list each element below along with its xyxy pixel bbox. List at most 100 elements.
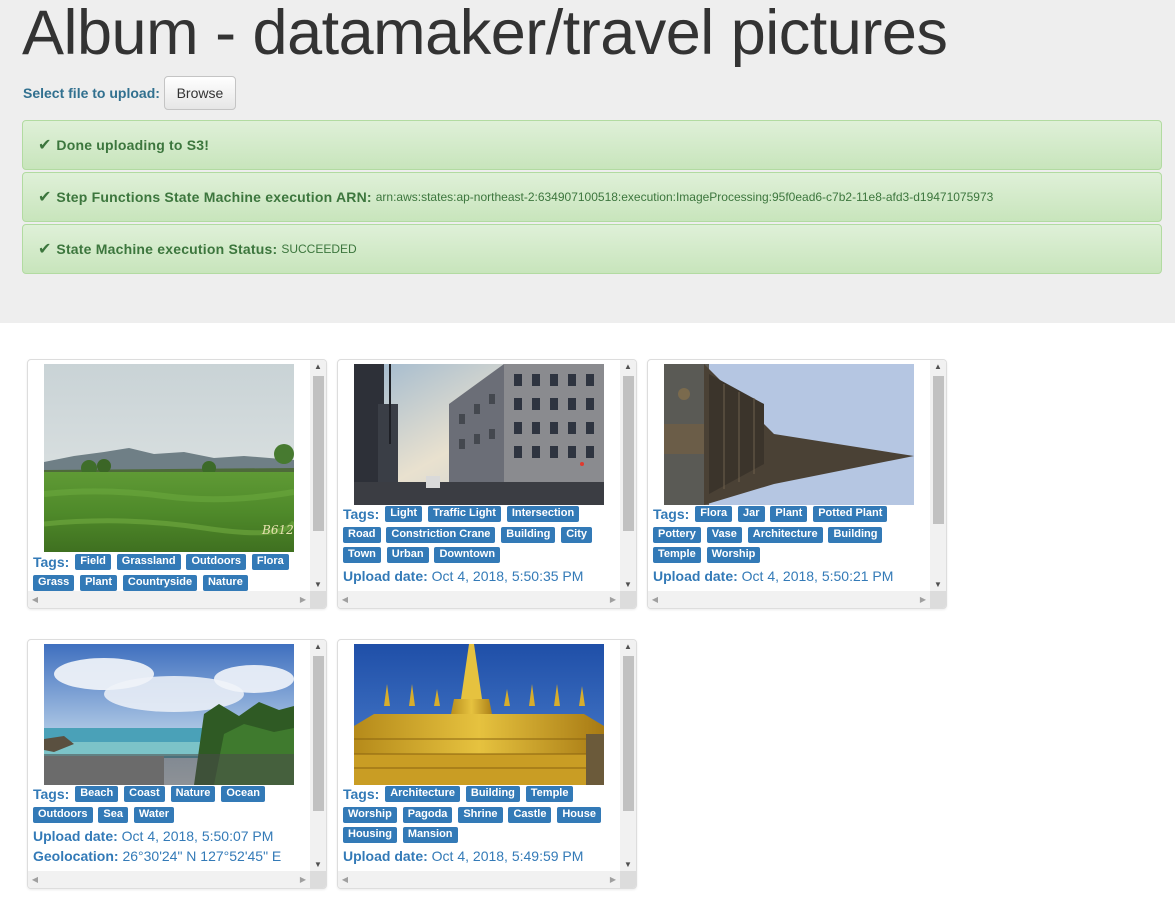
scrollbar-corner (620, 871, 636, 888)
photo-card-content[interactable]: Tags: Flora Jar Plant Potted Plant Potte… (649, 361, 931, 592)
tag-badge: Worship (343, 806, 397, 823)
tag-badge: Sea (98, 806, 128, 823)
upload-row: Select file to upload: Browse (22, 76, 1162, 110)
photo-image (664, 364, 914, 505)
tag-badge: Building (828, 526, 883, 543)
vertical-scrollbar[interactable]: ▲ ▼ (310, 360, 326, 592)
scrollbar-thumb[interactable] (623, 376, 634, 531)
scroll-right-arrow-icon[interactable]: ▶ (296, 591, 310, 608)
alert-execution-status: ✔ State Machine execution Status: SUCCEE… (22, 224, 1162, 274)
scroll-down-arrow-icon[interactable]: ▼ (310, 858, 326, 872)
photo-meta: Tags: Field Grassland Outdoors Flora Gra… (33, 552, 311, 592)
tag-badge: Architecture (747, 526, 823, 543)
tag-badge: Water (133, 806, 175, 823)
tag-badge: Constriction Crane (386, 526, 496, 543)
vertical-scrollbar[interactable]: ▲ ▼ (620, 640, 636, 872)
tag-badge: Outdoors (186, 553, 246, 570)
tag-badge: Flora (695, 505, 733, 522)
tag-badge: Countryside (122, 574, 198, 591)
tags-label: Tags: (33, 554, 70, 570)
photo-image (44, 644, 294, 785)
tag-badge: Nature (202, 574, 248, 591)
geolocation: Geolocation: 26°30'24" N 127°52'45" E (33, 846, 311, 866)
upload-date-value: Oct 4, 2018, 5:50:07 PM (121, 827, 274, 844)
alert-upload-done: ✔ Done uploading to S3! (22, 120, 1162, 170)
scroll-down-arrow-icon[interactable]: ▼ (930, 578, 946, 592)
tag-badge: Potted Plant (813, 505, 888, 522)
horizontal-scrollbar[interactable]: ◀ ▶ (338, 591, 620, 608)
scrollbar-corner (310, 871, 326, 888)
scroll-up-arrow-icon[interactable]: ▲ (620, 360, 636, 374)
scroll-up-arrow-icon[interactable]: ▲ (930, 360, 946, 374)
tag-badge: Pagoda (402, 806, 453, 823)
photo-meta: Tags: Flora Jar Plant Potted Plant Potte… (653, 504, 931, 586)
alert-execution-arn: ✔ Step Functions State Machine execution… (22, 172, 1162, 222)
tag-badge: Intersection (506, 505, 580, 522)
tags-list: Tags: Light Traffic Light Intersection R… (343, 504, 621, 566)
horizontal-scrollbar[interactable]: ◀ ▶ (648, 591, 930, 608)
scroll-right-arrow-icon[interactable]: ▶ (606, 591, 620, 608)
upload-date: Upload date: Oct 4, 2018, 5:50:21 PM (653, 566, 931, 586)
tag-badge: Coast (124, 785, 165, 802)
tag-badge: Building (465, 785, 520, 802)
alerts-container: ✔ Done uploading to S3! ✔ Step Functions… (22, 120, 1162, 274)
alert-value: SUCCEEDED (281, 242, 357, 256)
scrollbar-thumb[interactable] (933, 376, 944, 524)
upload-label: Select file to upload: (23, 85, 160, 101)
scrollbar-corner (620, 591, 636, 608)
scroll-up-arrow-icon[interactable]: ▲ (310, 360, 326, 374)
photo-card: Tags: Architecture Building Temple Worsh… (337, 639, 637, 889)
scrollbar-thumb[interactable] (313, 656, 324, 811)
scroll-left-arrow-icon[interactable]: ◀ (338, 871, 352, 888)
checkmark-icon: ✔ (38, 137, 52, 154)
upload-date-label: Upload date: (653, 568, 738, 585)
scroll-left-arrow-icon[interactable]: ◀ (648, 591, 662, 608)
photo-card-content[interactable]: Tags: Beach Coast Nature Ocean Outdoors … (29, 641, 311, 872)
scroll-down-arrow-icon[interactable]: ▼ (620, 578, 636, 592)
tag-badge: Light (385, 505, 423, 522)
scroll-left-arrow-icon[interactable]: ◀ (338, 591, 352, 608)
tags-list: Tags: Flora Jar Plant Potted Plant Potte… (653, 504, 931, 566)
photo-meta: Tags: Light Traffic Light Intersection R… (343, 504, 621, 586)
alert-label: Done uploading to S3! (56, 137, 210, 153)
horizontal-scrollbar[interactable]: ◀ ▶ (28, 591, 310, 608)
scroll-right-arrow-icon[interactable]: ▶ (606, 871, 620, 888)
photo-card-content[interactable]: Tags: Architecture Building Temple Worsh… (339, 641, 621, 872)
vertical-scrollbar[interactable]: ▲ ▼ (930, 360, 946, 592)
page-title: Album - datamaker/travel pictures (22, 0, 948, 68)
watermark-text: B612 (261, 523, 294, 537)
horizontal-scrollbar[interactable]: ◀ ▶ (28, 871, 310, 888)
tags-list: Tags: Field Grassland Outdoors Flora Gra… (33, 552, 311, 592)
scrollbar-thumb[interactable] (313, 376, 324, 531)
photo-card-content[interactable]: Tags: Light Traffic Light Intersection R… (339, 361, 621, 592)
vertical-scrollbar[interactable]: ▲ ▼ (620, 360, 636, 592)
upload-date: Upload date: Oct 4, 2018, 5:50:35 PM (343, 566, 621, 586)
scroll-right-arrow-icon[interactable]: ▶ (916, 591, 930, 608)
upload-date-label: Upload date: (343, 568, 428, 585)
photo-card: B612 Tags: Field Grassland Outdoors Flor… (27, 359, 327, 609)
checkmark-icon: ✔ (38, 241, 52, 258)
horizontal-scrollbar[interactable]: ◀ ▶ (338, 871, 620, 888)
scroll-right-arrow-icon[interactable]: ▶ (296, 871, 310, 888)
tag-badge: Beach (75, 785, 119, 802)
photo-card: Tags: Flora Jar Plant Potted Plant Potte… (647, 359, 947, 609)
photo-grid: B612 Tags: Field Grassland Outdoors Flor… (0, 323, 1175, 908)
upload-date-value: Oct 4, 2018, 5:50:21 PM (741, 568, 894, 585)
header-jumbotron: Album - datamaker/travel pictures Select… (0, 0, 1175, 323)
upload-date: Upload date: Oct 4, 2018, 5:50:07 PM (33, 826, 311, 846)
tag-badge: Road (343, 526, 381, 543)
photo-image (354, 644, 604, 785)
browse-button[interactable]: Browse (163, 76, 236, 110)
scroll-down-arrow-icon[interactable]: ▼ (620, 858, 636, 872)
tag-badge: Urban (386, 547, 429, 564)
scroll-left-arrow-icon[interactable]: ◀ (28, 591, 42, 608)
tag-badge: Temple (653, 547, 701, 564)
vertical-scrollbar[interactable]: ▲ ▼ (310, 640, 326, 872)
scroll-up-arrow-icon[interactable]: ▲ (620, 640, 636, 654)
scroll-down-arrow-icon[interactable]: ▼ (310, 578, 326, 592)
scrollbar-thumb[interactable] (623, 656, 634, 811)
scroll-up-arrow-icon[interactable]: ▲ (310, 640, 326, 654)
photo-meta: Tags: Beach Coast Nature Ocean Outdoors … (33, 784, 311, 866)
scroll-left-arrow-icon[interactable]: ◀ (28, 871, 42, 888)
photo-card-content[interactable]: B612 Tags: Field Grassland Outdoors Flor… (29, 361, 311, 592)
